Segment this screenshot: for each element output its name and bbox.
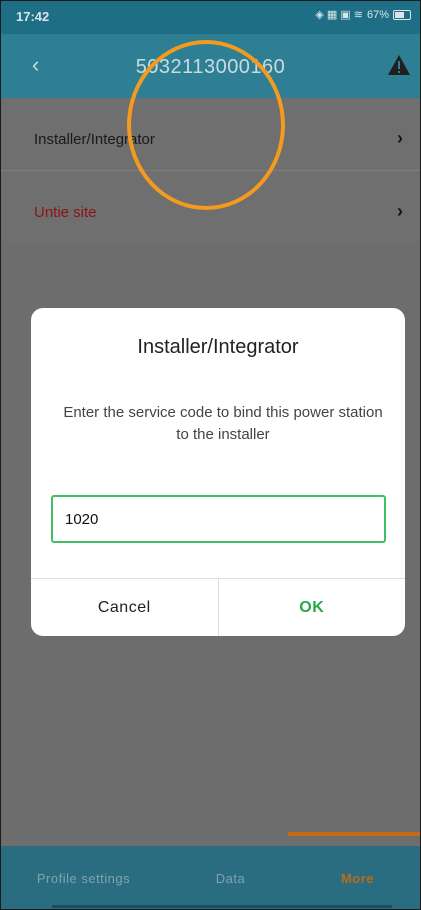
bottom-nav: Profile settings Data More (0, 846, 421, 910)
signal-icon: ◈ ▦ ▣ ≋ (315, 9, 363, 21)
tab-profile-settings[interactable]: Profile settings (0, 846, 167, 910)
service-code-input[interactable] (51, 495, 386, 543)
chevron-right-icon: › (397, 201, 403, 221)
list-item-label: Untie site (34, 204, 97, 221)
status-bar: 17:42 ◈ ▦ ▣ ≋ 67% (0, 0, 421, 34)
dialog-message: Enter the service code to bind this powe… (63, 404, 383, 443)
tab-more[interactable]: More (294, 846, 421, 910)
ok-button[interactable]: OK (219, 579, 406, 636)
battery-icon (393, 9, 411, 20)
installer-dialog: Installer/Integrator Enter the service c… (31, 308, 405, 636)
battery-percent: 67% (366, 8, 389, 21)
nav-bar-line (52, 905, 392, 908)
chevron-right-icon: › (397, 128, 403, 148)
dialog-title: Installer/Integrator (137, 336, 299, 358)
active-tab-indicator (288, 832, 421, 836)
dialog-buttons: Cancel OK (31, 578, 405, 636)
status-icons: ◈ ▦ ▣ ≋ 67% (315, 8, 411, 21)
warning-triangle-icon[interactable] (387, 54, 411, 76)
cancel-button[interactable]: Cancel (31, 579, 219, 636)
status-time: 17:42 (16, 9, 50, 24)
annotation-circle (127, 40, 285, 210)
tab-data[interactable]: Data (167, 846, 294, 910)
